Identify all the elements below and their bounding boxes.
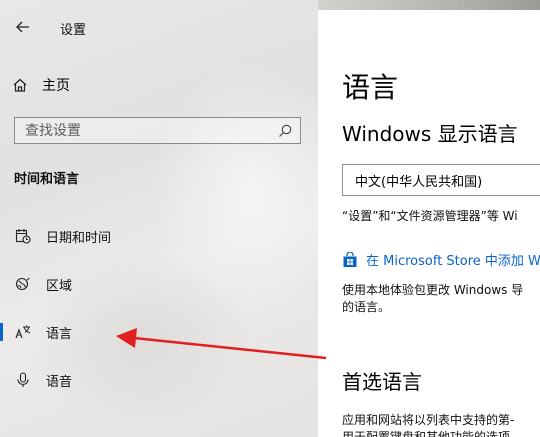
search-box[interactable] [14,117,301,144]
display-language-value: 中文(中华人民共和国) [355,174,483,190]
sidebar-item-label: 语言 [46,326,73,342]
sidebar-item-region[interactable]: 区域 [0,266,318,302]
sidebar-item-home[interactable]: 主页 [12,72,302,98]
settings-sidebar: 设置 主页 时间和语言 日期和时间 [0,0,350,437]
window-title: 设置 [60,23,87,38]
preferred-description-line: 应用和网站将以列表中支持的第- [342,413,515,427]
section-heading: 时间和语言 [14,172,80,187]
store-description-line: 的语言。 [342,300,391,314]
sidebar-item-label: 区域 [46,278,73,294]
home-icon [13,78,27,92]
back-arrow-icon [16,21,29,33]
search-icon[interactable] [278,124,292,138]
preferred-languages-heading: 首选语言 [342,370,422,394]
preferred-languages-description: 应用和网站将以列表中支持的第- 用于配置键盘和其他功能的选项 [342,412,514,437]
language-icon [0,324,46,340]
add-language-store-link[interactable]: 在 Microsoft Store 中添加 W [342,250,540,269]
sidebar-item-language[interactable]: 语言 [0,314,318,350]
globe-region-icon [0,276,46,292]
display-language-heading: Windows 显示语言 [342,122,518,146]
language-page-content: 语言 Windows 显示语言 中文(中华人民共和国) “设置”和“文件资源管理… [318,10,540,437]
back-button[interactable] [10,14,36,40]
microphone-icon [0,372,46,388]
sidebar-item-label: 日期和时间 [46,230,112,246]
search-input[interactable] [25,122,265,139]
calendar-clock-icon [0,228,46,244]
sidebar-item-label: 主页 [42,78,70,94]
store-link-label: 在 Microsoft Store 中添加 W [366,254,540,269]
store-description-line: 使用本地体验包更改 Windows 导 [342,283,524,297]
store-description: 使用本地体验包更改 Windows 导 的语言。 [342,282,523,316]
preferred-description-line: 用于配置键盘和其他功能的选项 [342,430,511,437]
page-title: 语言 [342,71,399,104]
sidebar-item-speech[interactable]: 语音 [0,362,318,398]
sidebar-item-date-time[interactable]: 日期和时间 [0,218,318,254]
sidebar-item-label: 语音 [46,374,73,390]
display-language-select[interactable]: 中文(中华人民共和国) [342,164,540,196]
store-bag-icon [343,251,357,267]
display-language-note: “设置”和“文件资源管理器”等 Wi [342,209,518,223]
